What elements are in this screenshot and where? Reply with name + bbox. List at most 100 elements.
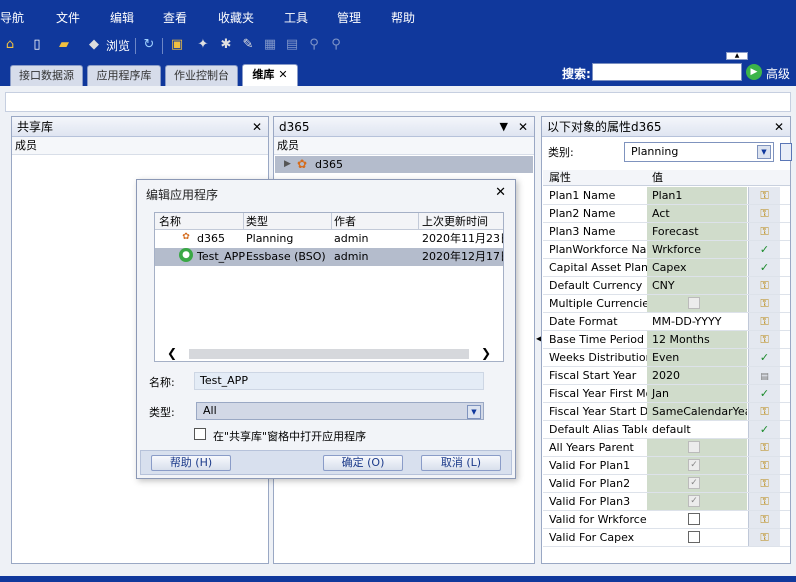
check-icon[interactable]: ✓: [748, 241, 780, 258]
property-row[interactable]: Default Alias Table default ✓: [543, 421, 790, 439]
menu-edit[interactable]: 编辑: [110, 9, 134, 26]
property-row[interactable]: Plan1 Name Plan1 ⚿: [543, 187, 790, 205]
key-icon[interactable]: ⚿: [748, 277, 780, 294]
property-value[interactable]: ✓: [647, 493, 747, 510]
menu-favorites[interactable]: 收藏夹: [218, 9, 254, 26]
property-value[interactable]: default: [647, 421, 747, 438]
property-value[interactable]: [647, 511, 747, 528]
menu-view[interactable]: 查看: [163, 9, 187, 26]
home-icon[interactable]: ⌂: [2, 37, 18, 53]
property-value[interactable]: ✓: [647, 475, 747, 492]
validate-icon[interactable]: ✦: [195, 37, 211, 53]
tab-job-console[interactable]: 作业控制台: [165, 65, 238, 86]
property-checkbox[interactable]: [688, 531, 700, 543]
property-row[interactable]: Fiscal Year First MonthJan ✓: [543, 385, 790, 403]
check-icon[interactable]: ✓: [748, 421, 780, 438]
property-checkbox[interactable]: ✓: [688, 459, 700, 471]
new-document-icon[interactable]: ▯: [29, 37, 45, 53]
menu-admin[interactable]: 管理: [337, 9, 361, 26]
property-row[interactable]: Valid For Plan1 ✓ ⚿: [543, 457, 790, 475]
key-icon[interactable]: ⚿: [748, 493, 780, 510]
property-value[interactable]: 2020: [647, 367, 747, 384]
open-in-shared-library-checkbox[interactable]: [194, 428, 206, 440]
key-icon[interactable]: ⚿: [748, 439, 780, 456]
advanced-search-link[interactable]: 高级: [766, 65, 790, 82]
close-icon[interactable]: ✕: [278, 68, 287, 81]
property-value[interactable]: Capex: [647, 259, 747, 276]
column-header-updated[interactable]: 上次更新时间: [422, 213, 488, 230]
property-row[interactable]: Fiscal Start Year 2020 ▤: [543, 367, 790, 385]
property-row[interactable]: Base Time Period 12 Months ⚿: [543, 331, 790, 349]
column-header-property[interactable]: 属性: [549, 170, 649, 186]
ok-button[interactable]: 确定 (O): [323, 455, 403, 471]
column-header-name[interactable]: 名称: [159, 213, 181, 230]
scroll-right-icon[interactable]: ❯: [481, 346, 491, 361]
wrench-icon[interactable]: ✎: [240, 37, 256, 53]
browse-button[interactable]: 浏览: [106, 37, 130, 54]
check-icon[interactable]: ✓: [748, 349, 780, 366]
panel-menu-dropdown[interactable]: ▼: [500, 117, 508, 137]
close-icon[interactable]: ✕: [518, 117, 528, 137]
property-value[interactable]: SameCalendarYear: [647, 403, 747, 420]
property-row[interactable]: Valid for Wrkforce ⚿: [543, 511, 790, 529]
key-icon[interactable]: ⚿: [748, 313, 780, 330]
property-row[interactable]: Multiple Currencies ⚿: [543, 295, 790, 313]
property-checkbox[interactable]: [688, 513, 700, 525]
property-row[interactable]: Plan2 Name Act ⚿: [543, 205, 790, 223]
tab-interface-data-source[interactable]: 接口数据源: [10, 65, 83, 86]
property-row[interactable]: All Years Parent ⚿: [543, 439, 790, 457]
table-row[interactable]: ● Test_APP Essbase (BSO) admin 2020年12月1…: [155, 248, 503, 266]
key-icon[interactable]: ⚿: [748, 331, 780, 348]
deploy-icon[interactable]: ▣: [169, 37, 185, 53]
collapse-toolbar-handle[interactable]: ▲: [726, 52, 748, 60]
property-checkbox[interactable]: [688, 441, 700, 453]
chevron-down-icon[interactable]: ▼: [757, 145, 771, 159]
property-checkbox[interactable]: [688, 297, 700, 309]
property-value[interactable]: [647, 439, 747, 456]
property-row[interactable]: Plan3 Name Forecast ⚿: [543, 223, 790, 241]
menu-file[interactable]: 文件: [56, 9, 80, 26]
property-value[interactable]: Forecast: [647, 223, 747, 240]
close-icon[interactable]: ✕: [495, 185, 506, 200]
check-icon[interactable]: ✓: [748, 259, 780, 276]
type-select[interactable]: All ▼: [196, 402, 484, 420]
save-icon[interactable]: [780, 143, 792, 161]
property-row[interactable]: Date Format MM-DD-YYYY ⚿: [543, 313, 790, 331]
column-header-value[interactable]: 值: [647, 170, 747, 187]
column-header-member[interactable]: 成员: [274, 137, 534, 155]
property-row[interactable]: Valid For Plan3 ✓ ⚿: [543, 493, 790, 511]
key-icon[interactable]: ⚿: [748, 223, 780, 240]
check-icon[interactable]: ✓: [748, 385, 780, 402]
expand-arrow-icon[interactable]: ▶: [284, 156, 291, 173]
menu-help[interactable]: 帮助: [391, 9, 415, 26]
tab-application-library[interactable]: 应用程序库: [87, 65, 161, 86]
horizontal-scrollbar[interactable]: ❮ ❯: [155, 346, 503, 361]
property-value[interactable]: Act: [647, 205, 747, 222]
key-icon[interactable]: ⚿: [748, 529, 780, 546]
tree-item-d365[interactable]: ▶ ✿ d365: [275, 156, 533, 173]
column-header-member[interactable]: 成员: [12, 137, 268, 155]
key-icon[interactable]: ⚿: [748, 295, 780, 312]
close-icon[interactable]: ✕: [774, 117, 784, 137]
key-icon[interactable]: ⚿: [748, 205, 780, 222]
menu-tools[interactable]: 工具: [284, 9, 308, 26]
key-icon[interactable]: ⚿: [748, 403, 780, 420]
pin-disabled-icon[interactable]: ⚲: [306, 37, 322, 53]
chevron-down-icon[interactable]: ▼: [467, 405, 481, 419]
key-icon[interactable]: ⚿: [748, 457, 780, 474]
grid-disabled-icon[interactable]: ▦: [262, 37, 278, 53]
help-button[interactable]: 帮助 (H): [151, 455, 231, 471]
column-divider[interactable]: [331, 213, 332, 230]
column-divider[interactable]: [418, 213, 419, 230]
settings-icon[interactable]: ✱: [218, 37, 234, 53]
open-folder-icon[interactable]: ▰: [56, 37, 72, 53]
key-icon[interactable]: ⚿: [748, 511, 780, 528]
scrollbar-thumb[interactable]: [189, 349, 469, 359]
key-icon[interactable]: ⚿: [748, 475, 780, 492]
property-row[interactable]: Weeks Distribution Even ✓: [543, 349, 790, 367]
property-value[interactable]: MM-DD-YYYY: [647, 313, 747, 330]
pin2-disabled-icon[interactable]: ⚲: [328, 37, 344, 53]
menu-navigate[interactable]: 导航: [0, 9, 24, 26]
cancel-button[interactable]: 取消 (L): [421, 455, 501, 471]
column-header-author[interactable]: 作者: [334, 213, 356, 230]
